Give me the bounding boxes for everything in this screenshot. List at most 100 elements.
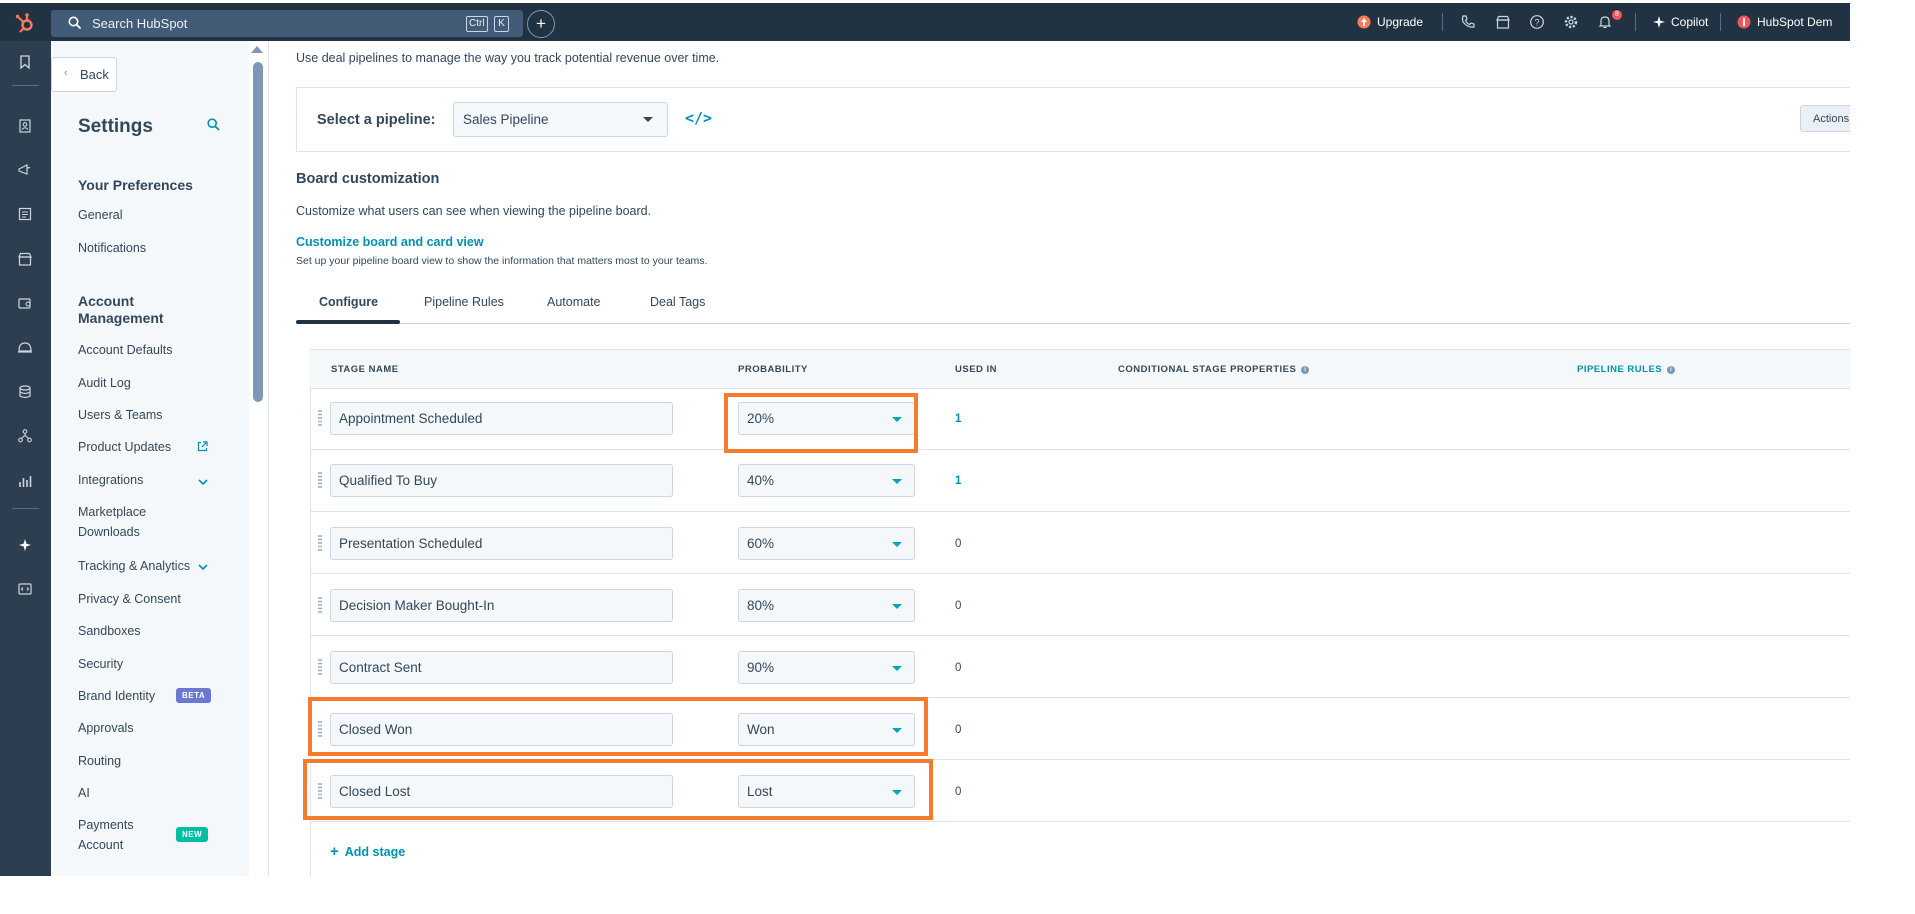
customize-board-link[interactable]: Customize board and card view: [296, 235, 484, 249]
global-search-input[interactable]: Search HubSpot Ctrl K: [51, 10, 523, 37]
tab-pipeline-rules[interactable]: Pipeline Rules: [424, 295, 504, 309]
external-link-icon: [197, 441, 208, 452]
drag-handle-icon[interactable]: [318, 472, 322, 488]
sidebar-item-routing[interactable]: Routing: [78, 751, 121, 771]
sidebar-item-ai[interactable]: AI: [78, 783, 90, 803]
data-management-icon[interactable]: [17, 384, 33, 400]
content-icon[interactable]: [17, 206, 33, 222]
marketplace-icon[interactable]: [1495, 14, 1511, 30]
drag-handle-icon[interactable]: [318, 410, 322, 426]
stage-name-input[interactable]: Contract Sent: [330, 651, 673, 684]
chevron-left-icon: ‹: [64, 67, 68, 79]
developer-icon[interactable]: [17, 581, 33, 597]
global-nav-rail: [0, 41, 51, 876]
stage-name-input[interactable]: Presentation Scheduled: [330, 527, 673, 560]
reporting-icon[interactable]: [17, 473, 33, 489]
used-in-count-link[interactable]: 1: [955, 475, 961, 487]
active-tab-indicator: [296, 320, 400, 324]
probability-select[interactable]: 40%: [738, 464, 915, 497]
sidebar-item-privacy-consent[interactable]: Privacy & Consent: [78, 589, 181, 609]
board-customization-title: Board customization: [296, 171, 440, 187]
actions-button[interactable]: Actions: [1800, 105, 1850, 132]
used-in-count-link[interactable]: 1: [955, 413, 961, 425]
scrollbar-thumb[interactable]: [253, 62, 263, 402]
upgrade-icon: [1357, 15, 1371, 29]
pipeline-select[interactable]: Sales Pipeline: [453, 102, 668, 137]
hubspot-logo-icon[interactable]: [14, 12, 36, 34]
column-pipeline-rules[interactable]: PIPELINE RULES i: [1577, 364, 1676, 375]
sidebar-item-notifications[interactable]: Notifications: [78, 238, 146, 258]
divider: [12, 508, 39, 509]
marketing-megaphone-icon[interactable]: [17, 162, 33, 178]
used-in-count: 0: [955, 724, 962, 736]
stage-name-input[interactable]: Qualified To Buy: [330, 464, 673, 497]
probability-select[interactable]: 60%: [738, 527, 915, 560]
tab-configure[interactable]: Configure: [319, 295, 378, 309]
stage-name-value: Appointment Scheduled: [339, 411, 483, 426]
sidebar-item-account-defaults[interactable]: Account Defaults: [78, 340, 173, 360]
used-in-count: 0: [955, 538, 962, 550]
drag-handle-icon[interactable]: [318, 597, 322, 613]
pipeline-label: Select a pipeline:: [317, 112, 436, 128]
sidebar-item-sandboxes[interactable]: Sandboxes: [78, 621, 141, 641]
settings-search-icon[interactable]: [207, 118, 220, 131]
upgrade-button[interactable]: Upgrade: [1377, 3, 1423, 41]
beta-badge: BETA: [176, 688, 212, 703]
breeze-icon[interactable]: [17, 537, 33, 553]
account-menu[interactable]: HubSpot Dem: [1757, 3, 1832, 41]
probability-select[interactable]: 90%: [738, 651, 915, 684]
gear-icon[interactable]: [1563, 14, 1579, 30]
service-icon[interactable]: [17, 339, 33, 355]
scroll-up-arrow-icon[interactable]: [251, 46, 263, 53]
bookmark-icon[interactable]: [17, 54, 33, 70]
help-icon[interactable]: ?: [1529, 14, 1545, 30]
pipeline-select-value: Sales Pipeline: [463, 112, 549, 127]
sidebar-item-users-teams[interactable]: Users & Teams: [78, 405, 163, 425]
sidebar-item-marketplace-downloads[interactable]: Marketplace Downloads: [78, 502, 178, 542]
info-icon[interactable]: i: [1667, 366, 1676, 374]
sidebar-item-integrations[interactable]: Integrations: [78, 470, 143, 490]
stage-name-value: Presentation Scheduled: [339, 536, 483, 551]
stage-name-input[interactable]: Appointment Scheduled: [330, 402, 673, 435]
caret-down-icon: [892, 666, 902, 671]
phone-icon[interactable]: [1460, 14, 1476, 30]
row-divider: [310, 511, 1850, 512]
row-divider: [310, 821, 1850, 822]
probability-select[interactable]: 80%: [738, 589, 915, 622]
chevron-down-icon[interactable]: [198, 562, 208, 572]
back-button[interactable]: ‹ Back: [51, 57, 117, 92]
add-stage-label: Add stage: [344, 845, 406, 859]
customize-board-subtext: Set up your pipeline board view to show …: [296, 255, 708, 267]
chevron-down-icon[interactable]: [198, 477, 208, 487]
highlight-closed-won-row: [308, 697, 928, 756]
sales-icon[interactable]: [17, 295, 33, 311]
sidebar-item-product-updates[interactable]: Product Updates: [78, 437, 171, 457]
info-icon[interactable]: i: [1301, 366, 1310, 374]
tab-deal-tags[interactable]: Deal Tags: [650, 295, 705, 309]
automation-icon[interactable]: [17, 428, 33, 444]
copilot-button[interactable]: Copilot: [1671, 3, 1708, 41]
create-new-button[interactable]: +: [527, 10, 555, 38]
sidebar-item-brand-identity[interactable]: Brand Identity: [78, 686, 155, 706]
copilot-sparkle-icon: [1653, 16, 1665, 28]
add-stage-button[interactable]: + Add stage: [330, 843, 405, 860]
sidebar-item-audit-log[interactable]: Audit Log: [78, 373, 131, 393]
notifications-bell-icon[interactable]: [1597, 14, 1613, 30]
shortcut-ctrl-key: Ctrl: [466, 16, 488, 32]
drag-handle-icon[interactable]: [318, 535, 322, 551]
sidebar-item-tracking-analytics[interactable]: Tracking & Analytics: [78, 556, 190, 576]
column-stage-name: STAGE NAME: [331, 364, 399, 375]
commerce-icon[interactable]: [17, 251, 33, 267]
contacts-icon[interactable]: [17, 118, 33, 134]
tab-automate[interactable]: Automate: [547, 295, 601, 309]
highlight-probability-20: [724, 393, 918, 453]
stage-name-input[interactable]: Decision Maker Bought-In: [330, 589, 673, 622]
sidebar-item-payments-account[interactable]: Payments Account: [78, 815, 148, 855]
caret-down-icon: [643, 117, 653, 122]
notification-count-badge: 8: [1612, 10, 1622, 20]
drag-handle-icon[interactable]: [318, 659, 322, 675]
sidebar-item-security[interactable]: Security: [78, 654, 123, 674]
embed-code-icon[interactable]: </>: [685, 109, 712, 127]
sidebar-item-approvals[interactable]: Approvals: [78, 718, 134, 738]
sidebar-item-general[interactable]: General: [78, 205, 122, 225]
